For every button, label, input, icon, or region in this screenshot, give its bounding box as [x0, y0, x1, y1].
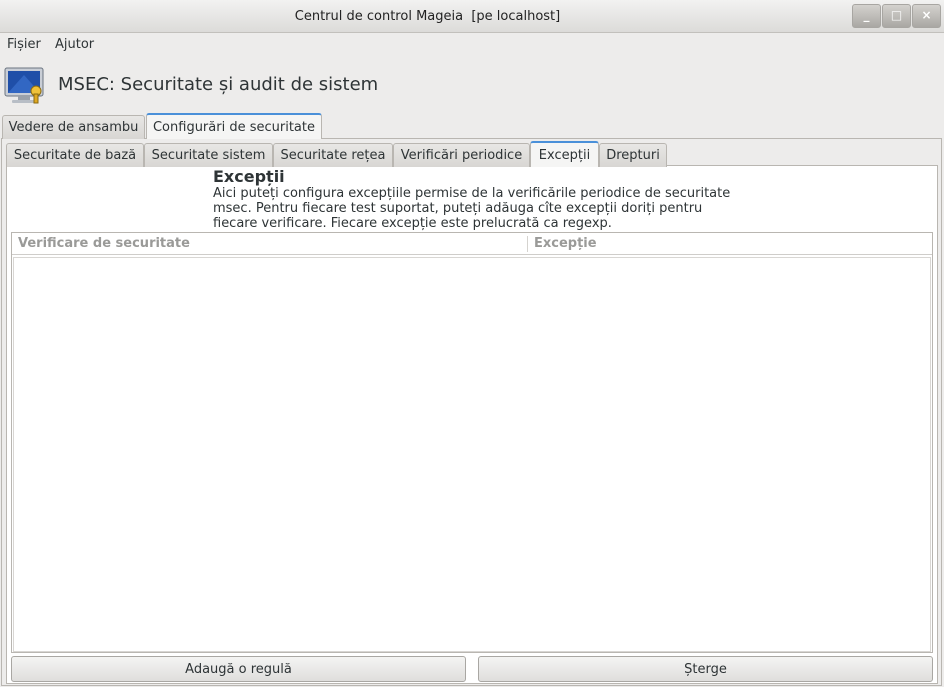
menu-file[interactable]: Fișier: [7, 37, 41, 52]
description-line: fiecare verificare. Fiecare excepție est…: [213, 216, 612, 231]
tab-permissions[interactable]: Drepturi: [599, 143, 667, 167]
column-separator: [527, 236, 528, 252]
section-description: Aici puteți configura excepțiile permise…: [213, 186, 773, 231]
app-header: MSEC: Securitate și audit de sistem: [0, 60, 944, 112]
menu-help[interactable]: Ajutor: [55, 37, 94, 52]
tab-system-security[interactable]: Securitate sistem: [144, 143, 273, 167]
close-button[interactable]: ×: [912, 4, 941, 28]
window-titlebar: Centrul de control Mageia [pe localhost]…: [0, 0, 944, 33]
column-header-security-check[interactable]: Verificare de securitate: [18, 236, 190, 251]
maximize-button[interactable]: □: [882, 4, 911, 28]
exceptions-table[interactable]: Verificare de securitate Excepție: [11, 232, 933, 653]
column-header-exception[interactable]: Excepție: [534, 236, 597, 251]
delete-button[interactable]: Șterge: [478, 656, 933, 682]
close-icon: ×: [921, 8, 932, 22]
description-line: Aici puteți configura excepțiile permise…: [213, 186, 731, 201]
minimize-icon: _: [863, 8, 870, 22]
table-header: Verificare de securitate Excepție: [12, 233, 932, 255]
monitor-security-icon: [4, 67, 44, 104]
add-rule-button[interactable]: Adaugă o regulă: [11, 656, 466, 682]
tab-network-security[interactable]: Securitate rețea: [273, 143, 393, 167]
section-title: Excepții: [213, 167, 285, 186]
tab-overview[interactable]: Vedere de ansambu: [2, 115, 145, 139]
table-body[interactable]: [13, 257, 931, 652]
maximize-icon: □: [890, 8, 903, 22]
minimize-button[interactable]: _: [852, 4, 881, 28]
app-title: MSEC: Securitate și audit de sistem: [58, 74, 379, 95]
description-line: msec. Pentru fiecare test suportat, pute…: [213, 201, 703, 216]
tab-exceptions[interactable]: Excepții: [530, 141, 599, 167]
window-title: Centrul de control Mageia [pe localhost]: [294, 9, 561, 24]
menubar: Fișier Ajutor: [0, 34, 944, 56]
tab-periodic-checks[interactable]: Verificări periodice: [393, 143, 530, 167]
tab-security-settings[interactable]: Configurări de securitate: [146, 113, 322, 139]
tab-basic-security[interactable]: Securitate de bază: [6, 143, 144, 167]
